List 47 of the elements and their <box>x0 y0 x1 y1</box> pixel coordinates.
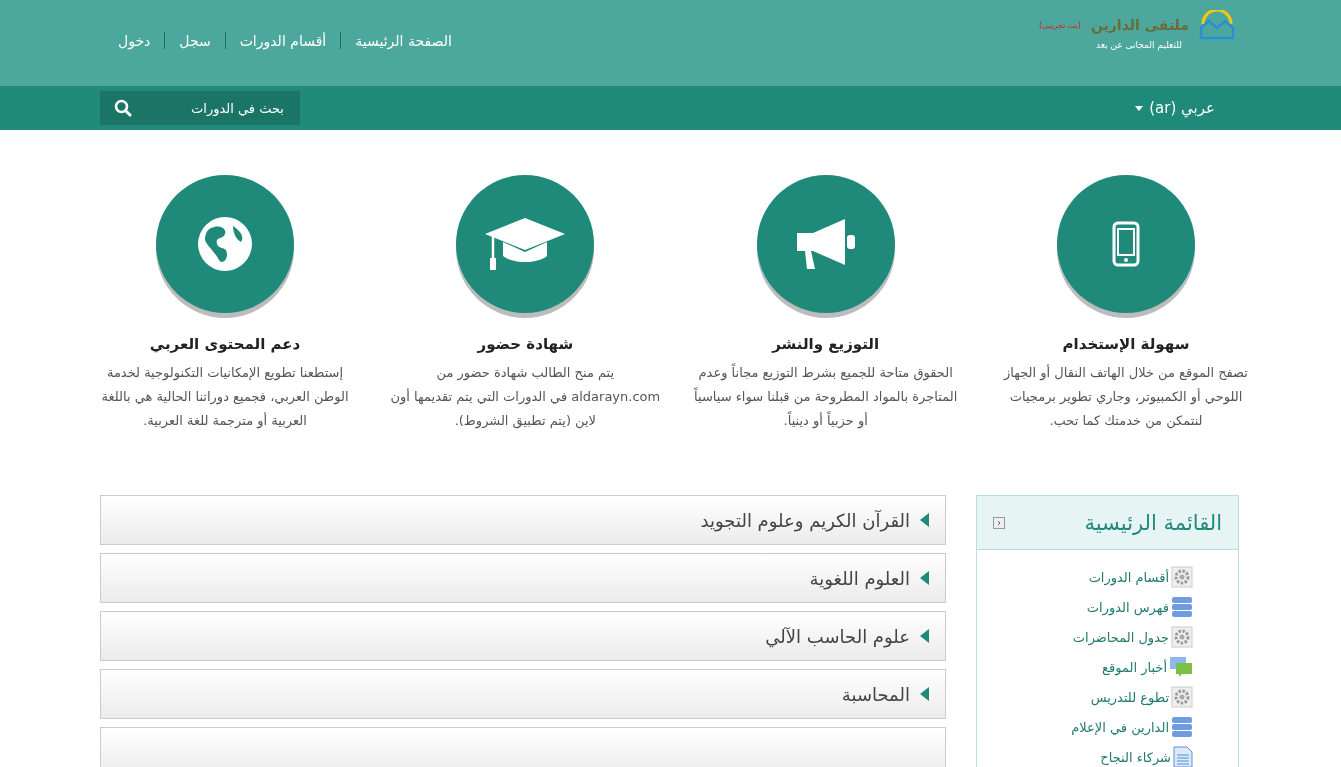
stack-icon <box>1171 596 1193 618</box>
feature-title: التوزيع والنشر <box>772 335 880 353</box>
category-bar[interactable]: القرآن الكريم وعلوم التجويد <box>100 495 946 545</box>
chat-icon <box>1169 656 1193 678</box>
gear-icon <box>1171 626 1193 648</box>
logo-subtitle: (بث تجريبى) <box>1038 20 1081 30</box>
menu-link[interactable]: جدول المحاضرات <box>1072 629 1169 645</box>
category-title: المحاسبة <box>841 683 910 705</box>
dock-icon[interactable] <box>993 516 1005 529</box>
gear-icon <box>1171 686 1193 708</box>
globe-icon <box>197 216 253 272</box>
logo-name: ملتقى الدارين <box>1090 17 1189 33</box>
nav-link[interactable]: سجل <box>179 32 211 49</box>
menu-link[interactable]: فهرس الدورات <box>1086 599 1169 615</box>
category-bar[interactable]: علوم الحاسب الآلي <box>100 611 946 661</box>
phone-icon <box>1112 221 1140 267</box>
menu-link[interactable]: شركاء النجاح <box>1100 749 1171 765</box>
document-icon <box>1173 746 1193 767</box>
category-bar[interactable]: المحاسبة <box>100 669 946 719</box>
feature-description: تصفح الموقع من خلال الهاتف النقال أو الجهاز اللوحي أو الكمبيوتر، وجاري تطوير برمجيات لنتمكن من خدمتك كما تحب. <box>1002 363 1249 431</box>
category-title: علوم الحاسب الآلي <box>765 625 910 647</box>
nav-link[interactable]: الصفحة الرئيسية <box>355 32 452 49</box>
gear-icon <box>1171 566 1193 588</box>
site-logo[interactable]: ملتقى الدارين (بث تجريبى) للتعليم المجانى عن بعد <box>1038 0 1239 50</box>
feature-title: دعم المحتوى العربي <box>149 335 301 353</box>
menu-link[interactable]: أخبار الموقع <box>1102 659 1167 675</box>
stack-icon <box>1171 716 1193 738</box>
feature-title: سهولة الإستخدام <box>1062 335 1190 353</box>
panel-title: القائمة الرئيسية <box>1084 510 1222 535</box>
feature-title: شهادة حضور <box>477 335 574 353</box>
logo-tagline: للتعليم المجانى عن بعد <box>1096 40 1182 50</box>
search-box[interactable]: بحث في الدورات <box>100 91 300 125</box>
category-title: القرآن الكريم وعلوم التجويد <box>700 509 910 531</box>
feature-description: الحقوق متاحة للجميع بشرط التوزيع مجاناً وعدم المتاجرة بالمواد المطروحة من قبلنا سواء سياسياً أو حزبياً أو دينياً. <box>693 362 959 431</box>
search-icon[interactable] <box>114 99 132 117</box>
language-menu[interactable]: عربي (ar) <box>1135 99 1215 117</box>
search-field[interactable]: بحث في الدورات <box>142 99 286 117</box>
menu-link[interactable]: أقسام الدورات <box>1088 569 1169 585</box>
category-bar[interactable]: العلوم اللغوية <box>100 553 946 603</box>
nav-link[interactable]: دخول <box>118 32 151 49</box>
caret-icon <box>1135 105 1144 111</box>
category-title: العلوم اللغوية <box>809 567 910 589</box>
menu-link[interactable]: الدارين في الإعلام <box>1071 719 1169 735</box>
nav-link[interactable]: أقسام الدورات <box>239 32 327 49</box>
feature-description: إستطعنا تطويع الإمكانيات التكنولوجية لخدمة الوطن العربي، فجميع دوراتنا الحالية هي باللغة العربية أو مترجمة للغة العربية. <box>100 364 350 431</box>
feature-description: يتم منح الطالب شهادة حضور من aldarayn.com في الدورات التي يتم تقديمها أون لاين (يتم تطبيق الشروط). <box>390 364 661 431</box>
menu-link[interactable]: تطوع للتدريس <box>1090 689 1169 705</box>
